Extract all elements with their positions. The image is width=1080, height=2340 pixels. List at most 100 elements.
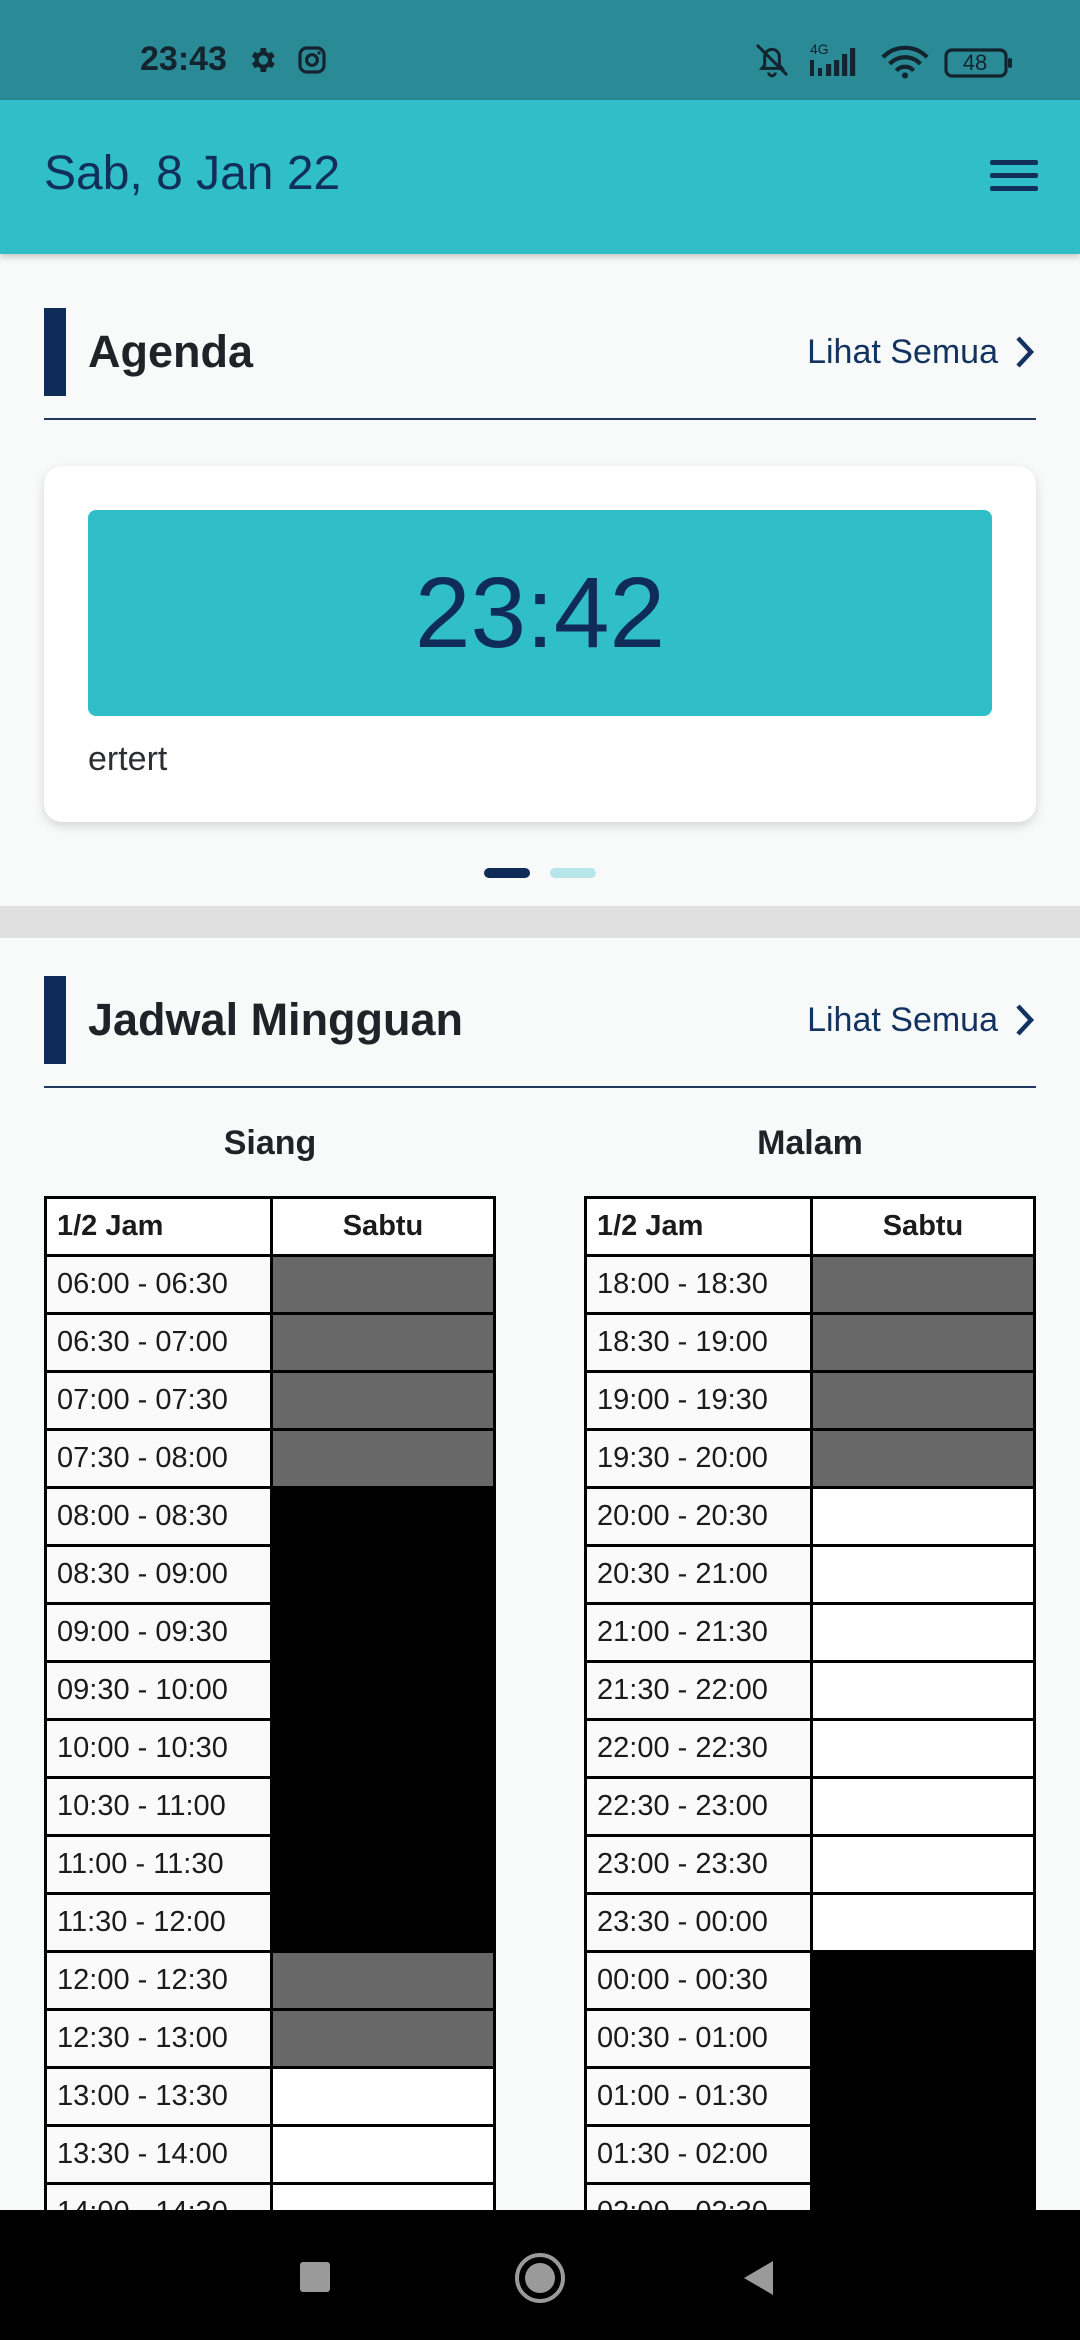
back-triangle-icon[interactable] (740, 2258, 776, 2298)
pager-dot-active[interactable] (484, 868, 530, 878)
time-slot-cell: 01:30 - 02:00 (584, 2124, 813, 2185)
time-slot-cell: 01:00 - 01:30 (584, 2066, 813, 2127)
time-slot-cell: 13:00 - 13:30 (44, 2066, 273, 2127)
schedule-status-cell (270, 1254, 496, 1315)
schedule-status-cell (810, 1950, 1036, 2011)
column-header-time: 1/2 Jam (44, 1196, 273, 1257)
time-slot-cell: 10:00 - 10:30 (44, 1718, 273, 1779)
table-row: 10:30 - 11:00 (44, 1776, 496, 1837)
time-slot-cell: 09:00 - 09:30 (44, 1602, 273, 1663)
agenda-time: 23:42 (414, 556, 666, 669)
time-slot-cell: 23:00 - 23:30 (584, 1834, 813, 1895)
time-slot-cell: 09:30 - 10:00 (44, 1660, 273, 1721)
time-slot-cell: 13:30 - 14:00 (44, 2124, 273, 2185)
schedule-status-cell (810, 2124, 1036, 2185)
time-slot-cell: 19:30 - 20:00 (584, 1428, 813, 1489)
table-row: 20:30 - 21:00 (584, 1544, 1036, 1605)
table-row: 08:30 - 09:00 (44, 1544, 496, 1605)
agenda-time-box: 23:42 (88, 510, 992, 716)
weekly-title: Jadwal Mingguan (88, 994, 464, 1045)
bell-muted-icon (755, 43, 789, 78)
time-slot-cell: 22:00 - 22:30 (584, 1718, 813, 1779)
see-all-label: Lihat Semua (807, 1000, 998, 1039)
schedule-status-cell (810, 1486, 1036, 1547)
current-date: Sab, 8 Jan 22 (44, 147, 341, 200)
chevron-right-icon (1016, 336, 1035, 368)
time-slot-cell: 06:30 - 07:00 (44, 1312, 273, 1373)
table-row: 10:00 - 10:30 (44, 1718, 496, 1779)
weekly-header: Jadwal Mingguan Lihat Semua (44, 976, 1036, 1088)
time-slot-cell: 07:30 - 08:00 (44, 1428, 273, 1489)
schedule-status-cell (810, 1660, 1036, 1721)
schedule-status-cell (270, 2008, 496, 2069)
time-slot-cell: 08:00 - 08:30 (44, 1486, 273, 1547)
table-row: 07:00 - 07:30 (44, 1370, 496, 1431)
schedule-status-cell (810, 1776, 1036, 1837)
weekly-see-all-link[interactable]: Lihat Semua (807, 998, 1036, 1042)
agenda-card[interactable]: 23:42 ertert (44, 466, 1036, 822)
schedule-status-cell (810, 1254, 1036, 1315)
schedule-status-cell (810, 1312, 1036, 1373)
status-bar: 23:43 4G 48 (0, 0, 1080, 100)
table-row: 22:30 - 23:00 (584, 1776, 1036, 1837)
schedule-status-cell (270, 1544, 496, 1605)
table-row: 23:30 - 00:00 (584, 1892, 1036, 1953)
table-row: 12:30 - 13:00 (44, 2008, 496, 2069)
table-row: 13:00 - 13:30 (44, 2066, 496, 2127)
schedule-status-cell (270, 1370, 496, 1431)
table-row: 09:00 - 09:30 (44, 1602, 496, 1663)
instagram-icon (298, 46, 326, 74)
table-row: 20:00 - 20:30 (584, 1486, 1036, 1547)
time-slot-cell: 11:00 - 11:30 (44, 1834, 273, 1895)
section-separator (0, 906, 1080, 938)
table-row: 01:30 - 02:00 (584, 2124, 1036, 2185)
table-row: 07:30 - 08:00 (44, 1428, 496, 1489)
hamburger-menu-icon[interactable] (984, 152, 1044, 200)
time-slot-cell: 12:30 - 13:00 (44, 2008, 273, 2069)
table-row: 19:30 - 20:00 (584, 1428, 1036, 1489)
time-slot-cell: 19:00 - 19:30 (584, 1370, 813, 1431)
table-row: 18:00 - 18:30 (584, 1254, 1036, 1315)
time-slot-cell: 00:00 - 00:30 (584, 1950, 813, 2011)
recents-square-icon[interactable] (298, 2260, 332, 2294)
home-circle-icon[interactable] (514, 2252, 566, 2304)
time-slot-cell: 20:30 - 21:00 (584, 1544, 813, 1605)
schedule-status-cell (270, 1428, 496, 1489)
agenda-header: Agenda Lihat Semua (44, 308, 1036, 420)
column-header-time: 1/2 Jam (584, 1196, 813, 1257)
column-header-day: Sabtu (270, 1196, 496, 1257)
time-slot-cell: 21:00 - 21:30 (584, 1602, 813, 1663)
signal-icon: 4G (810, 41, 856, 76)
status-time: 23:43 (140, 40, 227, 78)
table-row: 00:30 - 01:00 (584, 2008, 1036, 2069)
time-slot-cell: 06:00 - 06:30 (44, 1254, 273, 1315)
table-row: 06:30 - 07:00 (44, 1312, 496, 1373)
table-row: 12:00 - 12:30 (44, 1950, 496, 2011)
table-row: 18:30 - 19:00 (584, 1312, 1036, 1373)
time-slot-cell: 12:00 - 12:30 (44, 1950, 273, 2011)
schedule-status-cell (810, 2066, 1036, 2127)
time-slot-cell: 00:30 - 01:00 (584, 2008, 813, 2069)
app-bar: Sab, 8 Jan 22 (0, 100, 1080, 254)
time-slot-cell: 08:30 - 09:00 (44, 1544, 273, 1605)
gear-icon (251, 48, 275, 72)
table-row: 06:00 - 06:30 (44, 1254, 496, 1315)
time-slot-cell: 20:00 - 20:30 (584, 1486, 813, 1547)
table-row: 09:30 - 10:00 (44, 1660, 496, 1721)
pager-dot[interactable] (550, 868, 596, 878)
schedule-status-cell (810, 1834, 1036, 1895)
schedule-status-cell (810, 1370, 1036, 1431)
schedule-status-cell (270, 1834, 496, 1895)
table-row: 13:30 - 14:00 (44, 2124, 496, 2185)
section-accent-bar (44, 976, 66, 1064)
wifi-icon (881, 45, 929, 79)
time-slot-cell: 22:30 - 23:00 (584, 1776, 813, 1837)
time-slot-cell: 21:30 - 22:00 (584, 1660, 813, 1721)
schedule-status-cell (270, 1660, 496, 1721)
column-header-day: Sabtu (810, 1196, 1036, 1257)
battery-level: 48 (962, 50, 988, 75)
agenda-see-all-link[interactable]: Lihat Semua (807, 330, 1036, 374)
agenda-description: ertert (88, 740, 168, 778)
section-divider (44, 418, 1036, 420)
time-slot-cell: 23:30 - 00:00 (584, 1892, 813, 1953)
